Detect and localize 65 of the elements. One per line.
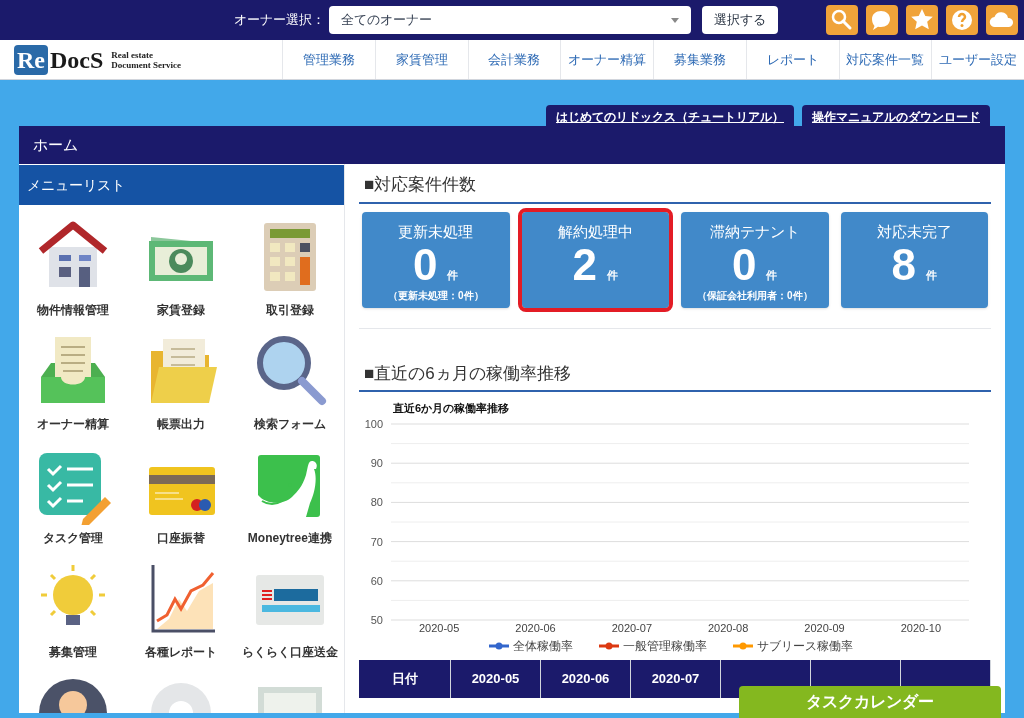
chart-title: 直近6か月の稼働率推移 [393,402,510,414]
axis-tick-label: 70 [370,535,383,548]
axis-tick-label: 50 [370,614,383,626]
table-header-cell: 2020-06 [541,660,631,698]
axis-tick-label: 2020-06 [515,622,556,634]
owner-label: オーナー選択： [234,11,325,30]
help-tab[interactable]: 操作マニュアルのダウンロード [802,105,990,126]
case-count-card[interactable]: 滞納テナント 0 件 （保証会社利用者：0件） [681,211,829,308]
chat-button[interactable] [866,5,898,35]
legend-label: サブリース稼働率 [757,639,853,653]
axis-tick-label: 90 [370,457,383,470]
logo-tagline: Real estate [111,49,155,60]
menu-item[interactable]: 帳票出力 [127,331,236,433]
case-count-card[interactable]: 対応未完了 8 件 [840,211,988,308]
legend-label: 一般管理稼働率 [623,639,707,653]
legend-swatch [733,642,753,650]
nav-link[interactable]: 募集業務 [653,40,746,79]
select-button[interactable]: 選択する [702,6,778,34]
section-title: ■直近の6ヵ月の稼働率推移 [359,360,991,392]
axis-tick-label: 2020-09 [804,622,845,634]
nav-link[interactable]: ユーザー設定 [931,40,1024,79]
nav-link[interactable]: オーナー精算 [560,40,653,79]
axis-tick-label: 100 [364,418,383,430]
menu-item[interactable]: タスク管理 [19,445,128,547]
caret-icon [671,17,679,23]
menu-item[interactable]: 各種レポート [127,559,236,661]
search-button[interactable] [826,5,858,35]
axis-tick-label: 80 [370,496,383,509]
nav-link[interactable]: 対応案件一覧 [838,40,932,79]
nav-link[interactable]: 管理業務 [282,40,375,79]
help-tab[interactable]: はじめてのリドックス（チュートリアル） [546,105,794,126]
nav-link[interactable]: レポート [745,40,839,79]
logo-tagline: Document Service [111,59,182,70]
menu-item[interactable]: 口座振替 [127,445,236,547]
menu-item[interactable]: 取引登録 [235,217,344,319]
owner-select[interactable]: 全てのオーナー [329,6,691,34]
sidebar-title: メニューリスト [19,165,344,205]
cloud-button[interactable] [986,5,1018,35]
menu-item[interactable]: らくらく口座送金 [235,559,344,661]
legend-swatch [599,642,619,650]
case-count-card[interactable]: 更新未処理 0 件 （更新未処理：0件） [362,211,510,308]
table-header-cell: 2020-07 [631,660,721,698]
panel-title: ホーム [19,126,1005,164]
star-button[interactable] [906,5,938,35]
table-header-cell: 日付 [359,660,451,698]
axis-tick-label: 60 [370,574,383,587]
menu-item[interactable]: Moneytree連携 [235,445,344,547]
nav-link[interactable]: 会計業務 [467,40,561,79]
logo-wordmark: DocS [50,47,104,72]
menu-item[interactable]: 物件情報管理 [19,217,128,319]
nav-link[interactable]: 家賃管理 [374,40,468,79]
menu-item[interactable]: オーナー精算 [19,331,128,433]
menu-item[interactable]: 検索フォーム [235,331,344,433]
axis-tick-label: 2020-10 [900,622,941,634]
axis-tick-label: 2020-05 [419,622,460,634]
table-header-cell: 2020-05 [451,660,541,698]
axis-tick-label: 2020-08 [708,622,749,634]
help-button[interactable] [946,5,978,35]
menu-item[interactable]: 家賃登録 [127,217,236,319]
section-title: ■対応案件件数 [359,172,991,204]
logo-mark: Re [14,44,48,75]
axis-tick-label: 2020-07 [611,622,652,634]
legend-label: 全体稼働率 [513,639,573,653]
menu-item[interactable]: 募集管理 [19,559,128,661]
legend-swatch [489,642,509,650]
